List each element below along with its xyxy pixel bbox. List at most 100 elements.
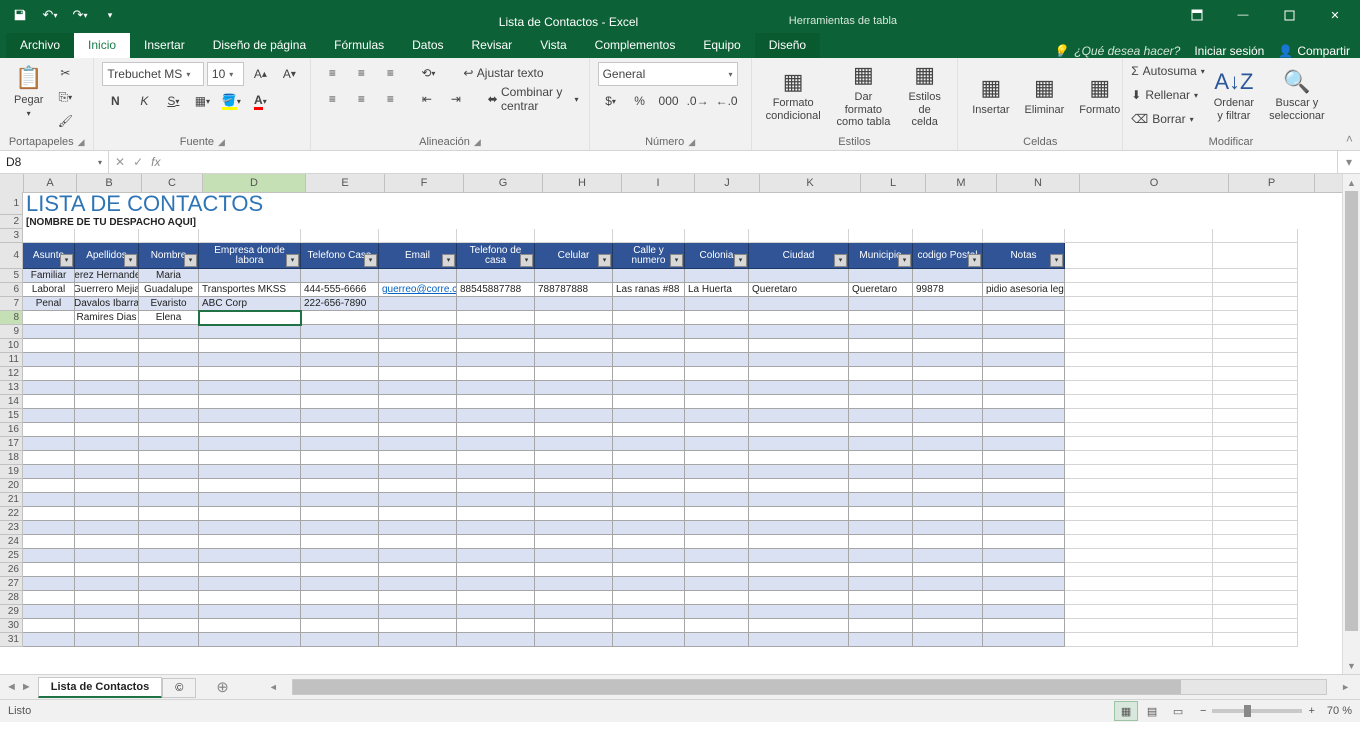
cell[interactable] <box>535 521 613 535</box>
cell[interactable] <box>613 311 685 325</box>
cell[interactable] <box>983 465 1065 479</box>
cell[interactable] <box>983 297 1065 311</box>
cell[interactable] <box>199 577 301 591</box>
cell[interactable] <box>913 493 983 507</box>
cell[interactable] <box>535 353 613 367</box>
cell[interactable] <box>913 549 983 563</box>
cell[interactable] <box>613 381 685 395</box>
cell[interactable] <box>457 521 535 535</box>
cell[interactable] <box>1213 479 1298 493</box>
cell[interactable]: pidio asesoria legal <box>983 283 1065 297</box>
row-header-17[interactable]: 17 <box>0 437 23 451</box>
cell[interactable] <box>1065 409 1213 423</box>
cell[interactable] <box>913 409 983 423</box>
cell[interactable]: 444-555-6666 <box>301 283 379 297</box>
cell[interactable] <box>749 591 849 605</box>
cell[interactable]: Elena <box>139 311 199 325</box>
cell[interactable] <box>457 229 535 243</box>
cell[interactable] <box>1065 563 1213 577</box>
cell[interactable] <box>983 311 1065 325</box>
tab-inicio[interactable]: Inicio <box>74 33 130 58</box>
cell[interactable] <box>849 451 913 465</box>
cell[interactable] <box>379 577 457 591</box>
cell[interactable] <box>301 605 379 619</box>
cell[interactable]: La Huerta <box>685 283 749 297</box>
cell[interactable] <box>379 563 457 577</box>
cell[interactable] <box>1065 381 1213 395</box>
cell[interactable] <box>23 563 75 577</box>
autosum-button[interactable]: ΣAutosuma▾ <box>1131 60 1204 82</box>
cell[interactable] <box>23 577 75 591</box>
cell[interactable] <box>379 311 457 325</box>
row-header-28[interactable]: 28 <box>0 591 23 605</box>
cell[interactable] <box>301 339 379 353</box>
tab-vista[interactable]: Vista <box>526 33 580 58</box>
cell[interactable]: LISTA DE CONTACTOS <box>23 192 423 215</box>
table-header[interactable]: Telefono de casa▾ <box>457 243 535 269</box>
cell[interactable] <box>685 311 749 325</box>
row-header-26[interactable]: 26 <box>0 563 23 577</box>
cell[interactable] <box>913 269 983 283</box>
cell[interactable] <box>913 367 983 381</box>
cell[interactable]: Las ranas #88 <box>613 283 685 297</box>
cell[interactable] <box>983 549 1065 563</box>
cell[interactable] <box>457 493 535 507</box>
cell[interactable] <box>139 381 199 395</box>
cell[interactable] <box>457 605 535 619</box>
cell[interactable] <box>301 451 379 465</box>
col-header-F[interactable]: F <box>385 174 464 192</box>
cell[interactable] <box>1065 591 1213 605</box>
cell[interactable]: [NOMBRE DE TU DESPACHO AQUI] <box>23 215 423 229</box>
col-header-C[interactable]: C <box>142 174 203 192</box>
row-header-14[interactable]: 14 <box>0 395 23 409</box>
cell[interactable] <box>749 311 849 325</box>
cell[interactable] <box>535 311 613 325</box>
cell[interactable] <box>199 409 301 423</box>
fx-icon[interactable]: fx <box>151 155 160 169</box>
cell[interactable] <box>535 619 613 633</box>
cell[interactable] <box>535 549 613 563</box>
cell[interactable] <box>1213 619 1298 633</box>
cell[interactable]: Maria <box>139 269 199 283</box>
row-header-7[interactable]: 7 <box>0 297 23 311</box>
undo-button[interactable]: ↶▾ <box>36 3 64 27</box>
cell[interactable] <box>75 479 139 493</box>
save-button[interactable] <box>6 3 34 27</box>
cell[interactable] <box>75 507 139 521</box>
cell[interactable] <box>379 297 457 311</box>
cell[interactable] <box>457 507 535 521</box>
col-header-N[interactable]: N <box>997 174 1080 192</box>
cell[interactable] <box>379 535 457 549</box>
cell[interactable] <box>23 353 75 367</box>
cell[interactable] <box>849 437 913 451</box>
number-format-combo[interactable]: General▾ <box>598 62 738 86</box>
cell[interactable] <box>749 269 849 283</box>
cell[interactable]: 788787888 <box>535 283 613 297</box>
merge-center-button[interactable]: ⬌ Combinar y centrar▾ <box>486 88 581 110</box>
cell[interactable] <box>139 395 199 409</box>
cell[interactable] <box>457 479 535 493</box>
cell[interactable] <box>139 521 199 535</box>
table-header[interactable]: Municipio▾ <box>849 243 913 269</box>
vertical-scrollbar[interactable]: ▲ ▼ <box>1342 174 1360 674</box>
row-header-8[interactable]: 8 <box>0 311 23 325</box>
cell[interactable] <box>75 577 139 591</box>
cell[interactable] <box>301 507 379 521</box>
cell[interactable] <box>849 367 913 381</box>
cell[interactable] <box>379 591 457 605</box>
cell[interactable] <box>457 437 535 451</box>
cell[interactable] <box>199 479 301 493</box>
cell[interactable] <box>23 465 75 479</box>
cell[interactable] <box>685 367 749 381</box>
comma-button[interactable]: 000 <box>656 90 682 112</box>
cell[interactable] <box>983 591 1065 605</box>
cell[interactable] <box>301 409 379 423</box>
cell[interactable] <box>301 521 379 535</box>
tab-datos[interactable]: Datos <box>398 33 457 58</box>
col-header-E[interactable]: E <box>306 174 385 192</box>
cell[interactable] <box>379 549 457 563</box>
cell[interactable] <box>749 229 849 243</box>
cell[interactable] <box>613 535 685 549</box>
cell[interactable] <box>613 633 685 647</box>
minimize-button[interactable]: — <box>1222 1 1264 29</box>
